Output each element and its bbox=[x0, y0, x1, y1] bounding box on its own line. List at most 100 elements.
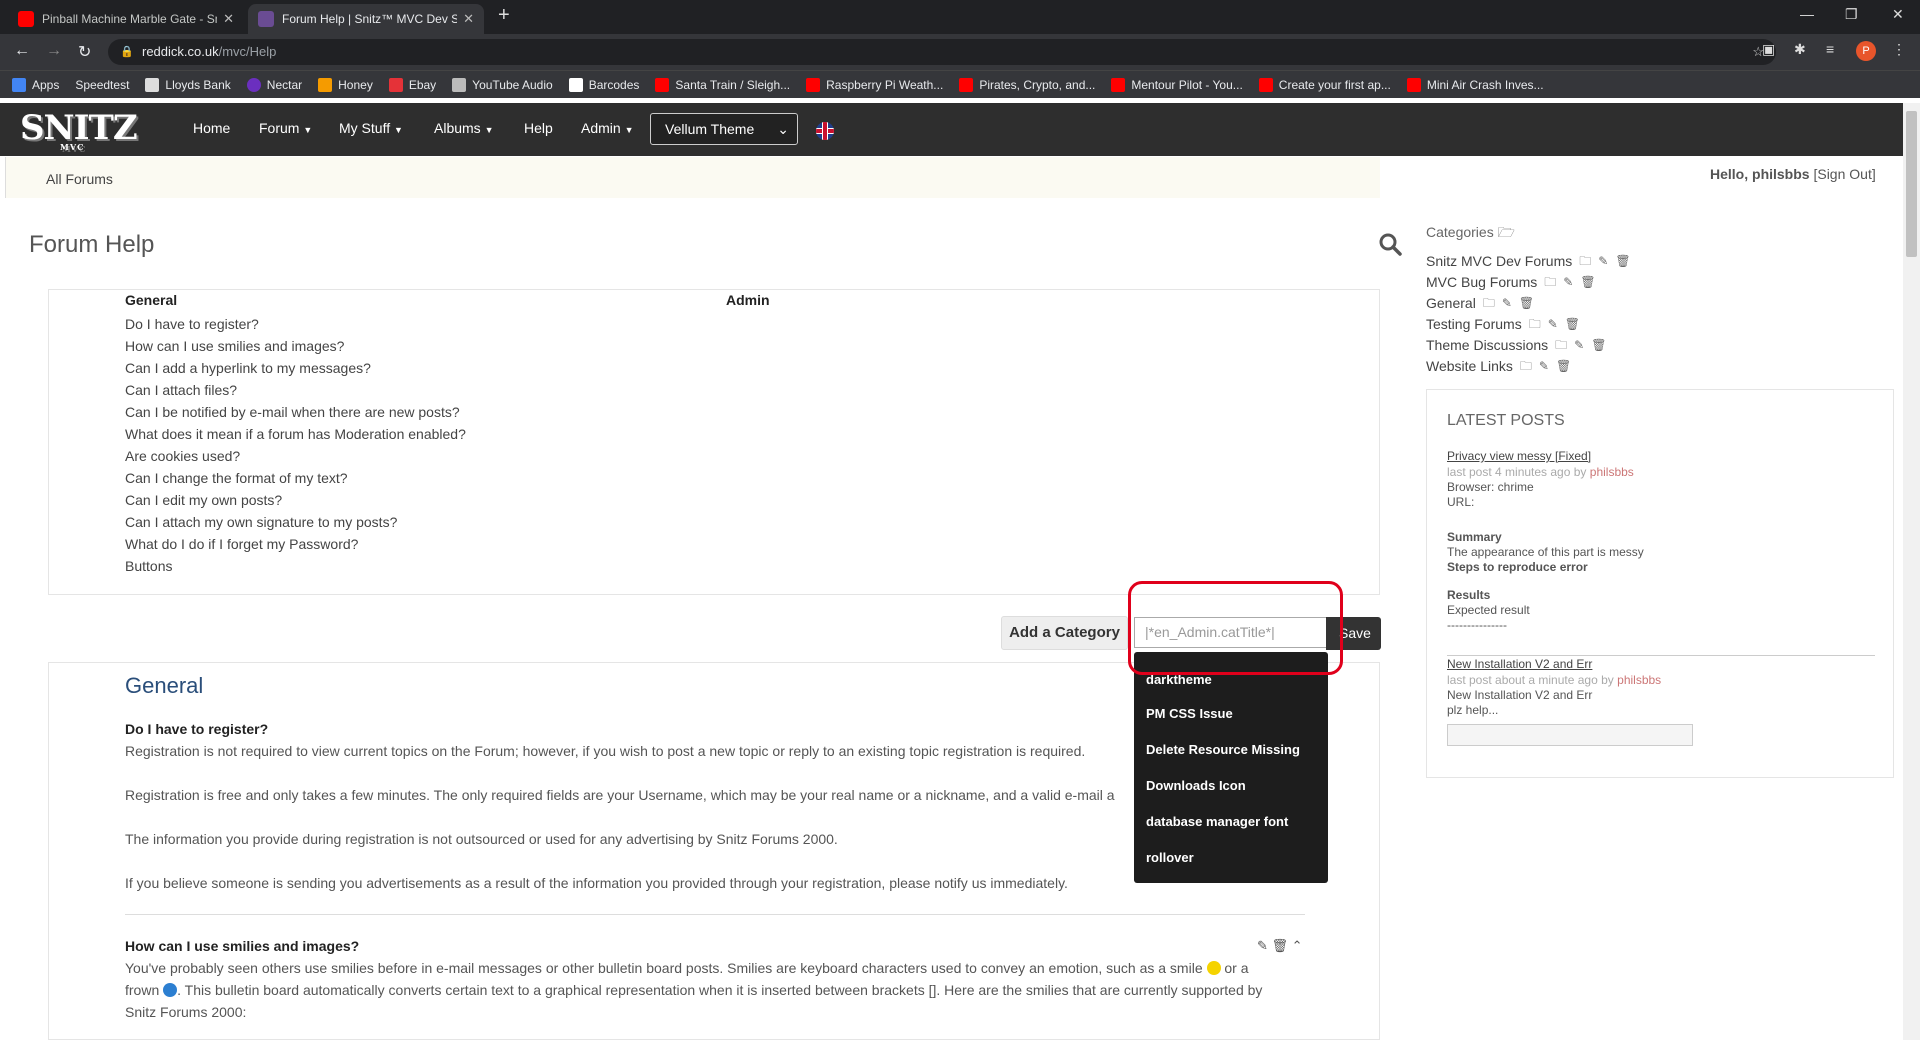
help-link[interactable]: Can I attach my own signature to my post… bbox=[125, 511, 466, 533]
autocomplete-option[interactable]: database manager font bbox=[1146, 814, 1288, 829]
nav-help[interactable]: Help bbox=[524, 120, 553, 136]
breadcrumb-all-forums[interactable]: All Forums bbox=[46, 171, 113, 187]
post-author[interactable]: philsbbs bbox=[1617, 673, 1661, 687]
autocomplete-option[interactable]: rollover bbox=[1146, 850, 1194, 865]
edit-icon[interactable]: ✎ bbox=[1574, 335, 1584, 356]
category-link[interactable]: MVC Bug Forums bbox=[1426, 272, 1537, 293]
browser-tab-pinball[interactable]: Pinball Machine Marble Gate - Sn ✕ bbox=[8, 4, 244, 34]
trash-icon[interactable]: 🗑 bbox=[1580, 272, 1595, 293]
nectar-icon bbox=[246, 77, 261, 92]
theme-select[interactable]: Vellum Theme ⌄ bbox=[650, 113, 798, 145]
category-link[interactable]: Theme Discussions bbox=[1426, 335, 1548, 356]
help-link[interactable]: How can I use smilies and images? bbox=[125, 335, 466, 357]
folder-icon[interactable]: 🗀 bbox=[1555, 335, 1567, 356]
category-link[interactable]: Testing Forums bbox=[1426, 314, 1522, 335]
trash-icon[interactable]: 🗑 bbox=[1565, 314, 1580, 335]
search-icon[interactable] bbox=[1378, 232, 1402, 256]
help-link[interactable]: Can I add a hyperlink to my messages? bbox=[125, 357, 466, 379]
folder-icon[interactable]: 🗀 bbox=[1544, 272, 1556, 293]
trash-icon[interactable]: 🗑 bbox=[1615, 251, 1630, 272]
username[interactable]: philsbbs bbox=[1752, 166, 1810, 182]
bookmark-create-app[interactable]: Create your first ap... bbox=[1258, 77, 1391, 92]
nav-albums[interactable]: Albums ▼ bbox=[434, 120, 494, 136]
extension-icon[interactable]: ▣ bbox=[1762, 41, 1775, 58]
folder-icon[interactable]: 🗀 bbox=[1529, 314, 1541, 335]
nav-mystuff-label: My Stuff bbox=[339, 120, 391, 136]
post-link[interactable]: Privacy view messy [Fixed] bbox=[1447, 449, 1591, 463]
edit-icon[interactable]: ✎ bbox=[1548, 314, 1558, 335]
chevron-up-icon[interactable]: ⌃ bbox=[1292, 938, 1303, 953]
help-link[interactable]: What does it mean if a forum has Moderat… bbox=[125, 423, 466, 445]
post-author[interactable]: philsbbs bbox=[1590, 465, 1634, 479]
close-tab-icon[interactable]: ✕ bbox=[463, 11, 474, 27]
bookmark-apps[interactable]: Apps bbox=[12, 77, 59, 92]
address-bar[interactable]: 🔒 reddick.co.uk/mvc/Help ☆ bbox=[108, 39, 1776, 65]
page-scrollbar[interactable] bbox=[1903, 103, 1920, 1040]
snitz-logo[interactable]: SNITZ MVC bbox=[20, 108, 138, 152]
trash-icon[interactable]: 🗑 bbox=[1272, 938, 1289, 953]
help-link[interactable]: Can I change the format of my text? bbox=[125, 467, 466, 489]
restore-icon[interactable]: ❐ bbox=[1845, 6, 1858, 23]
category-link[interactable]: General bbox=[1426, 293, 1476, 314]
sign-out-link[interactable]: [Sign Out] bbox=[1813, 166, 1875, 182]
edit-icon[interactable]: ✎ bbox=[1257, 938, 1268, 953]
category-link[interactable]: Website Links bbox=[1426, 356, 1513, 377]
nav-my-stuff[interactable]: My Stuff ▼ bbox=[339, 120, 403, 136]
post-screenshot-thumbnail[interactable] bbox=[1447, 724, 1693, 746]
bookmark-youtube-audio[interactable]: YouTube Audio bbox=[452, 77, 553, 92]
help-link[interactable]: Can I attach files? bbox=[125, 379, 466, 401]
bookmark-nectar[interactable]: Nectar bbox=[246, 77, 302, 92]
edit-icon[interactable]: ✎ bbox=[1563, 272, 1573, 293]
bookmark-air-crash[interactable]: Mini Air Crash Inves... bbox=[1406, 77, 1544, 92]
bookmark-honey[interactable]: Honey bbox=[318, 77, 373, 92]
trash-icon[interactable]: 🗑 bbox=[1556, 356, 1571, 377]
scrollbar-thumb[interactable] bbox=[1906, 111, 1917, 257]
edit-icon[interactable]: ✎ bbox=[1598, 251, 1608, 272]
help-link[interactable]: Do I have to register? bbox=[125, 313, 466, 335]
apps-grid-icon bbox=[12, 77, 26, 92]
browser-tab-forum-help[interactable]: Forum Help | Snitz™ MVC Dev Sit ✕ bbox=[248, 4, 484, 34]
help-link[interactable]: Can I edit my own posts? bbox=[125, 489, 466, 511]
bookmark-santa[interactable]: Santa Train / Sleigh... bbox=[655, 77, 790, 92]
help-link[interactable]: Can I be notified by e-mail when there a… bbox=[125, 401, 466, 423]
edit-icon[interactable]: ✎ bbox=[1539, 356, 1549, 377]
nav-admin[interactable]: Admin ▼ bbox=[581, 120, 634, 136]
trash-icon[interactable]: 🗑 bbox=[1519, 293, 1534, 314]
post-link[interactable]: New Installation V2 and Err bbox=[1447, 657, 1592, 671]
folder-icon[interactable]: 🗀 bbox=[1520, 356, 1532, 377]
reload-icon[interactable]: ↻ bbox=[78, 42, 91, 62]
category-link[interactable]: Snitz MVC Dev Forums bbox=[1426, 251, 1572, 272]
bookmark-raspberry[interactable]: Raspberry Pi Weath... bbox=[806, 77, 943, 92]
trash-icon[interactable]: 🗑 bbox=[1591, 335, 1606, 356]
edit-icon[interactable]: ✎ bbox=[1502, 293, 1512, 314]
forward-icon[interactable]: → bbox=[46, 42, 62, 60]
category-list: Snitz MVC Dev Forums 🗀 ✎ 🗑 MVC Bug Forums 🗀 ✎… bbox=[1426, 251, 1631, 377]
autocomplete-option[interactable]: Downloads Icon bbox=[1146, 778, 1246, 793]
media-icon[interactable]: ≡ bbox=[1826, 41, 1834, 57]
back-icon[interactable]: ← bbox=[14, 42, 30, 60]
add-category-button[interactable]: Add a Category bbox=[1001, 616, 1128, 650]
bookmark-mentour[interactable]: Mentour Pilot - You... bbox=[1111, 77, 1243, 92]
uk-flag-icon[interactable] bbox=[816, 122, 834, 140]
autocomplete-option[interactable]: Delete Resource Missing bbox=[1146, 742, 1300, 757]
minimize-icon[interactable]: — bbox=[1800, 6, 1814, 22]
new-tab-icon[interactable]: + bbox=[498, 4, 510, 27]
puzzle-icon[interactable]: ✱ bbox=[1794, 41, 1806, 58]
nav-forum[interactable]: Forum ▼ bbox=[259, 120, 312, 136]
help-link[interactable]: Buttons bbox=[125, 555, 466, 577]
folder-icon[interactable]: 🗀 bbox=[1483, 293, 1495, 314]
bookmark-pirates[interactable]: Pirates, Crypto, and... bbox=[959, 77, 1095, 92]
autocomplete-option[interactable]: PM CSS Issue bbox=[1146, 706, 1233, 721]
close-window-icon[interactable]: ✕ bbox=[1892, 6, 1904, 23]
help-link[interactable]: What do I do if I forget my Password? bbox=[125, 533, 466, 555]
close-tab-icon[interactable]: ✕ bbox=[223, 11, 234, 27]
nav-home[interactable]: Home bbox=[193, 120, 230, 136]
bookmark-speedtest[interactable]: Speedtest bbox=[75, 78, 129, 92]
help-link[interactable]: Are cookies used? bbox=[125, 445, 466, 467]
menu-icon[interactable]: ⋮ bbox=[1892, 41, 1906, 58]
profile-avatar[interactable]: P bbox=[1856, 41, 1876, 61]
bookmark-ebay[interactable]: Ebay bbox=[388, 77, 436, 92]
folder-icon[interactable]: 🗀 bbox=[1579, 251, 1591, 272]
bookmark-barcodes[interactable]: Barcodes bbox=[568, 77, 639, 92]
bookmark-lloyds[interactable]: Lloyds Bank bbox=[145, 77, 231, 92]
